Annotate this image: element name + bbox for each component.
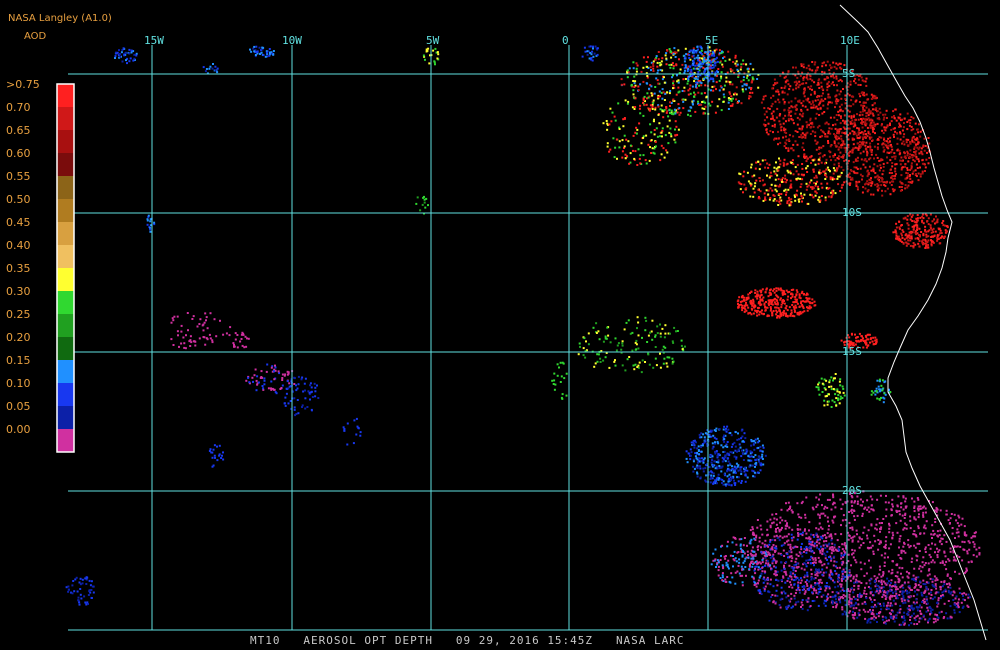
lat-label: 20S <box>842 484 862 497</box>
aerosol-cluster <box>208 444 225 468</box>
legend-swatch <box>57 130 74 153</box>
legend-swatch <box>57 360 74 383</box>
aerosol-cluster <box>892 212 949 249</box>
aerosol-cluster <box>620 46 760 117</box>
legend-swatch <box>57 245 74 268</box>
aerosol-cluster <box>830 575 972 627</box>
legend-label: 0.25 <box>6 308 31 321</box>
legend-swatch <box>57 84 74 107</box>
aerosol-cluster <box>685 425 767 487</box>
aerosol-cluster <box>815 373 846 408</box>
lat-label: 10S <box>842 206 862 219</box>
legend-label: 0.10 <box>6 377 31 390</box>
aerosol-cluster <box>577 316 686 374</box>
legend-label: 0.35 <box>6 262 31 275</box>
legend-swatch <box>57 107 74 130</box>
legend-swatch <box>57 268 74 291</box>
legend-label: 0.70 <box>6 101 31 114</box>
legend-swatch <box>57 199 74 222</box>
aerosol-cluster <box>283 375 320 417</box>
aerosol-cluster <box>232 331 250 349</box>
legend-label: 0.05 <box>6 400 31 413</box>
lon-label: 5E <box>705 34 718 47</box>
aerosol-cluster <box>65 576 95 606</box>
legend-label: 0.60 <box>6 147 31 160</box>
legend-swatch <box>57 429 74 452</box>
legend-label: 0.30 <box>6 285 31 298</box>
legend-swatch <box>57 291 74 314</box>
caption-bar: MT10 AEROSOL OPT DEPTH 09 29, 2016 15:45… <box>250 634 685 647</box>
aerosol-cluster <box>581 45 599 62</box>
legend-swatch <box>57 406 74 429</box>
legend-label: 0.55 <box>6 170 31 183</box>
lon-label: 5W <box>426 34 440 47</box>
caption-source: NASA LARC <box>615 634 685 647</box>
legend-label: 0.00 <box>6 423 31 436</box>
aerosol-cluster <box>737 155 846 207</box>
caption-field: AEROSOL OPT DEPTH <box>303 634 433 647</box>
aerosol-cluster <box>146 214 156 233</box>
legend-label: 0.65 <box>6 124 31 137</box>
variable-label: AOD <box>24 31 47 42</box>
aerosol-cluster <box>736 287 817 319</box>
lat-label: 5S <box>842 67 855 80</box>
legend-swatch <box>57 222 74 245</box>
source-title: NASA Langley (A1.0) <box>8 13 112 24</box>
legend-label: 0.15 <box>6 354 31 367</box>
lon-label: 10W <box>282 34 302 47</box>
aerosol-cluster <box>551 361 568 400</box>
legend-label: 0.20 <box>6 331 31 344</box>
legend-label: 0.50 <box>6 193 31 206</box>
caption-datetime: 09 29, 2016 15:45Z <box>455 634 594 647</box>
aerosol-cluster <box>114 47 138 65</box>
legend-swatch <box>57 153 74 176</box>
legend-swatch <box>57 176 74 199</box>
lon-label: 0 <box>562 34 569 47</box>
aerosol-cluster <box>202 63 219 75</box>
aod-map: 15W 10W 5W 0 5E 10E 5S 10S 15S 20S <box>56 4 988 641</box>
aod-color-legend <box>56 83 75 453</box>
lon-label: 10E <box>840 34 860 47</box>
aerosol-cluster <box>602 96 680 166</box>
legend-swatch <box>57 314 74 337</box>
caption-product: MT10 <box>250 634 281 647</box>
legend-swatch <box>57 337 74 360</box>
aerosol-field <box>65 45 981 627</box>
aerosol-cluster <box>170 312 232 350</box>
aerosol-cluster <box>342 417 362 446</box>
lon-label: 15W <box>144 34 164 47</box>
legend-label: 0.40 <box>6 239 31 252</box>
legend-label: 0.45 <box>6 216 31 229</box>
aerosol-cluster <box>249 45 275 58</box>
lat-label: 15S <box>842 345 862 358</box>
aerosol-cluster <box>415 195 429 215</box>
legend-label: >0.75 <box>6 78 40 91</box>
legend-swatch <box>57 383 74 406</box>
